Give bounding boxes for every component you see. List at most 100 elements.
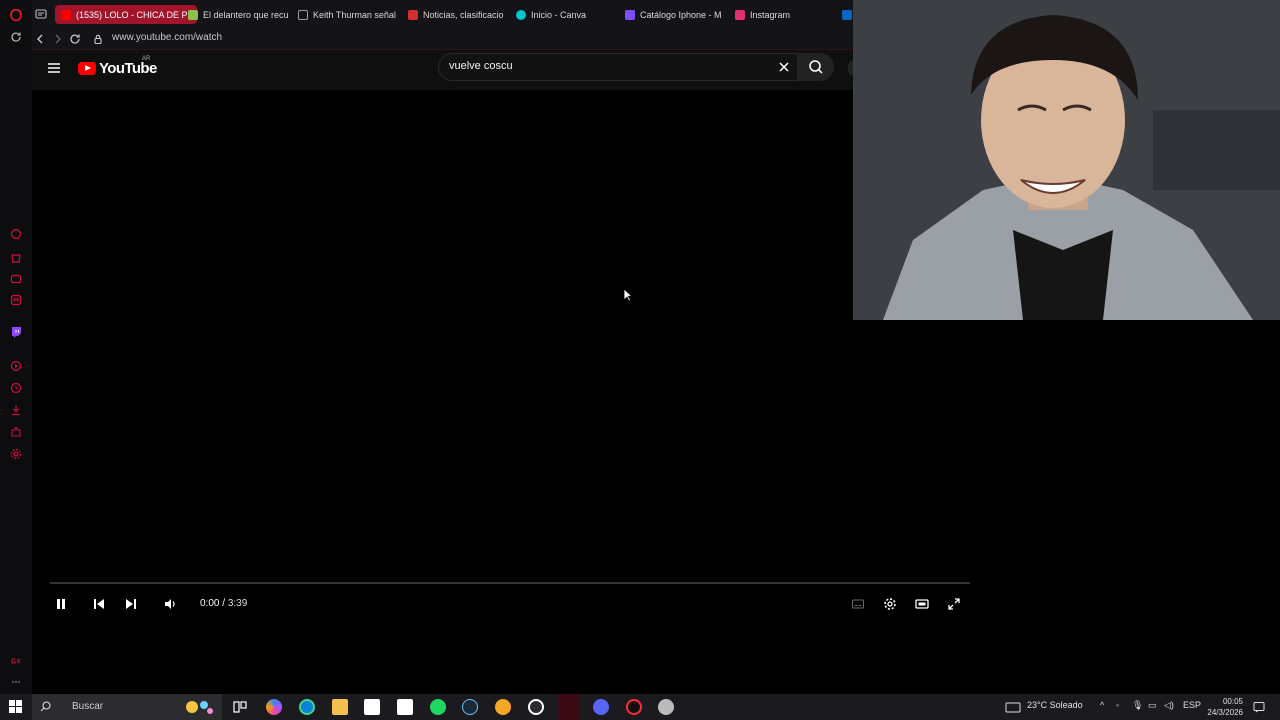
gx-icon[interactable]	[10, 655, 22, 667]
windows-taskbar: Buscar 23°C Soleado ^ ◦ 🎙 ▭ ◁) ESP 00:05…	[0, 694, 1280, 720]
tab-youtube[interactable]: (1535) LOLO - CHICA DE P	[55, 5, 197, 24]
tab-label: (1535) LOLO - CHICA DE P	[76, 9, 188, 20]
tab-label: Catálogo Iphone - M	[640, 9, 722, 20]
search-highlight-icon	[186, 701, 213, 714]
progress-bar[interactable]	[50, 582, 970, 584]
chevron-up-icon[interactable]: ^	[1100, 700, 1104, 710]
next-button[interactable]	[123, 596, 139, 612]
forward-icon[interactable]	[52, 33, 64, 45]
aria-ai-icon[interactable]	[10, 228, 22, 240]
streamer-face-image	[853, 0, 1280, 320]
linkedin-favicon-icon	[842, 9, 852, 20]
url-text[interactable]: www.youtube.com/watch	[112, 32, 222, 43]
youtube-play-logo-icon	[78, 62, 96, 75]
subtitles-icon	[851, 599, 865, 609]
system-clock[interactable]: 00:05 24/3/2026	[1203, 696, 1243, 718]
previous-icon	[94, 599, 104, 609]
pause-icon	[57, 599, 65, 609]
mouse-cursor-icon	[623, 288, 633, 302]
twitch-icon[interactable]	[10, 326, 22, 338]
edge-icon[interactable]	[299, 699, 315, 715]
tab-news-1[interactable]: El delantero que recu	[188, 5, 288, 24]
tab-label: El delantero que recu	[203, 9, 288, 20]
search-box	[438, 53, 798, 81]
search-icon	[809, 60, 823, 74]
clock-time: 00:05	[1222, 697, 1243, 706]
steam-icon[interactable]	[462, 699, 478, 715]
app-icon[interactable]	[626, 699, 642, 715]
site-favicon-icon	[298, 9, 308, 20]
tab-canva[interactable]: Inicio - Canva	[516, 5, 616, 24]
tab-instagram[interactable]: Instagram	[735, 5, 835, 24]
logo-text: YouTube	[99, 60, 157, 77]
speaker-icon[interactable]: ◁)	[1164, 700, 1174, 711]
messenger-icon[interactable]	[10, 294, 22, 306]
taskbar-search[interactable]: Buscar	[32, 694, 222, 720]
tab-menu-icon[interactable]	[35, 8, 47, 20]
microsoft-store-icon[interactable]	[364, 699, 380, 715]
tray-app-icon[interactable]: ◦	[1116, 700, 1119, 710]
duration: 3:39	[227, 598, 248, 609]
player-icon[interactable]	[10, 360, 22, 372]
network-icon[interactable]: ▭	[1148, 700, 1157, 711]
theater-mode-button[interactable]	[914, 596, 930, 612]
spotify-icon[interactable]	[430, 699, 446, 715]
settings-gear-icon[interactable]	[528, 699, 544, 715]
clear-search-icon[interactable]	[777, 60, 791, 74]
task-view-icon[interactable]	[232, 699, 248, 715]
shopping-icon[interactable]	[10, 251, 22, 263]
video-player[interactable]: 0:00 / 3:39	[40, 94, 980, 622]
subtitles-button[interactable]	[850, 596, 866, 612]
opera-sidebar	[0, 0, 32, 694]
file-explorer-icon[interactable]	[332, 699, 348, 715]
volume-button[interactable]	[162, 596, 178, 612]
weather-text[interactable]: 23°C Soleado	[1027, 700, 1083, 710]
opera-logo-icon[interactable]	[10, 9, 22, 21]
downloads-icon[interactable]	[10, 404, 22, 416]
opera-gx-taskbar-icon[interactable]	[558, 694, 580, 720]
clock-date: 24/3/2026	[1207, 708, 1243, 717]
mail-icon[interactable]	[397, 699, 413, 715]
time-display: 0:00 / 3:39	[200, 598, 247, 609]
canva-favicon-icon	[516, 9, 526, 20]
history-icon[interactable]	[10, 382, 22, 394]
tab-linkedin[interactable]	[842, 5, 852, 24]
fullscreen-icon	[948, 598, 960, 610]
youtube-logo[interactable]: YouTube	[78, 60, 157, 77]
fullscreen-button[interactable]	[946, 596, 962, 612]
tab-news-3[interactable]: Noticias, clasificacio	[408, 5, 508, 24]
reload-icon[interactable]	[10, 31, 22, 43]
search-icon	[40, 701, 51, 712]
search-input[interactable]	[449, 60, 749, 72]
discord-icon[interactable]	[593, 699, 609, 715]
site-favicon-icon	[625, 9, 635, 20]
notifications-icon[interactable]	[1253, 701, 1265, 713]
tab-label: Instagram	[750, 9, 791, 20]
chrome-icon[interactable]	[495, 699, 511, 715]
widgets-icon[interactable]	[1005, 702, 1021, 713]
app-icon[interactable]	[658, 699, 674, 715]
copilot-icon[interactable]	[266, 699, 282, 715]
menu-icon[interactable]	[47, 62, 61, 74]
current-time: 0:00	[200, 598, 220, 609]
taskbar-search-placeholder: Buscar	[72, 701, 104, 712]
pause-button[interactable]	[53, 596, 69, 612]
microphone-icon[interactable]: 🎙	[1132, 700, 1143, 711]
volume-icon	[165, 599, 175, 609]
tab-news-2[interactable]: Keith Thurman señal	[298, 5, 398, 24]
wallet-icon[interactable]	[10, 273, 22, 285]
extensions-icon[interactable]	[10, 426, 22, 438]
search-button[interactable]	[798, 53, 834, 81]
site-favicon-icon	[188, 9, 198, 20]
tab-catalog[interactable]: Catálogo Iphone - M	[625, 5, 725, 24]
language-indicator[interactable]: ESP	[1183, 700, 1201, 710]
settings-button[interactable]	[882, 596, 898, 612]
previous-button[interactable]	[91, 596, 107, 612]
reload-page-icon[interactable]	[69, 33, 81, 45]
back-icon[interactable]	[34, 33, 46, 45]
windows-start-icon[interactable]	[9, 700, 22, 713]
lock-icon[interactable]	[92, 33, 104, 45]
more-icon[interactable]	[10, 676, 22, 688]
tab-strip: (1535) LOLO - CHICA DE P El delantero qu…	[32, 0, 854, 29]
settings-icon[interactable]	[10, 448, 22, 460]
